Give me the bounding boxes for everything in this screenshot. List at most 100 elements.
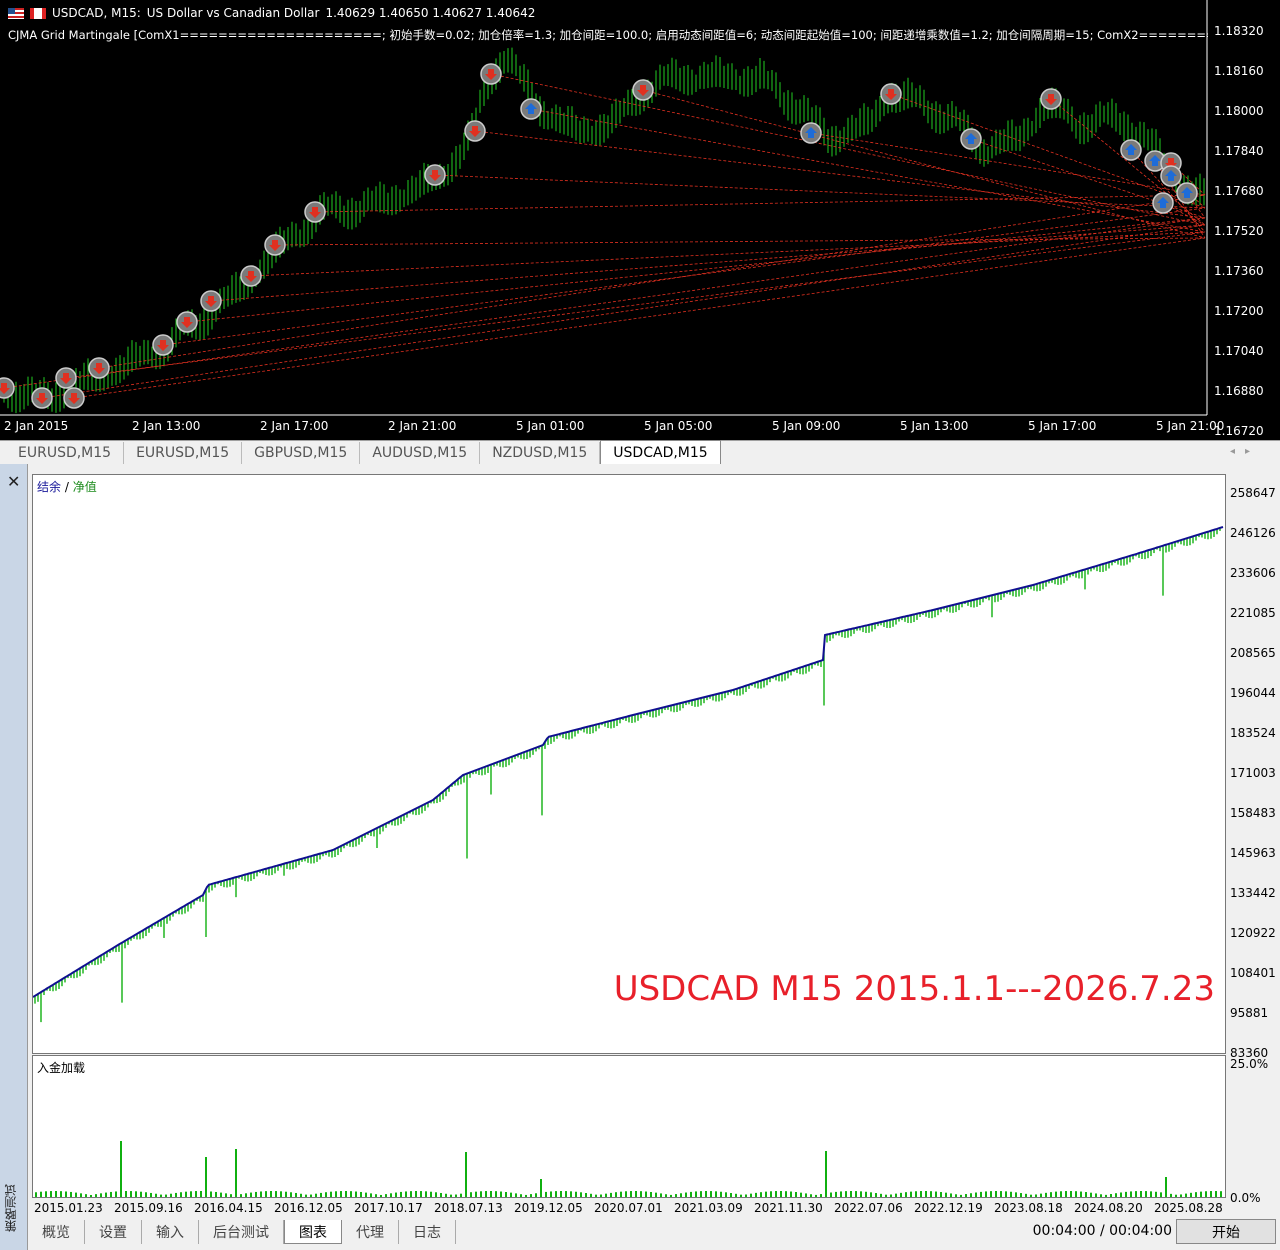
deposit-bg (33, 1056, 1225, 1197)
time-tick-9: 5 Jan 21:00 (1156, 419, 1225, 433)
price-tick-1: 1.18160 (1214, 64, 1264, 78)
date-tick-3: 2016.12.05 (274, 1201, 343, 1215)
price-chart[interactable]: USDCAD, M15: US Dollar vs Canadian Dolla… (0, 0, 1280, 478)
trade-line (490, 73, 1206, 226)
tab-inputs[interactable]: 输入 (142, 1220, 199, 1244)
date-tick-1: 2015.09.16 (114, 1201, 183, 1215)
time-tick-6: 5 Jan 09:00 (772, 419, 841, 433)
balance-tick-9: 145963 (1230, 846, 1276, 860)
symbol-tab-audusd[interactable]: AUDUSD,M15 (360, 442, 481, 464)
time-tick-7: 5 Jan 13:00 (900, 419, 969, 433)
tab-backtest[interactable]: 后台测试 (199, 1220, 284, 1244)
trade-line (434, 174, 1206, 209)
sell-arrow-icon (264, 234, 286, 256)
ca-flag-icon (30, 7, 46, 19)
sell-arrow-icon (632, 79, 654, 101)
balance-tick-5: 196044 (1230, 686, 1276, 700)
trade-line (210, 224, 1206, 302)
balance-tick-13: 95881 (1230, 1006, 1269, 1020)
balance-tick-6: 183524 (1230, 726, 1276, 740)
date-tick-9: 2021.11.30 (754, 1201, 823, 1215)
symbol-tab-usdcad[interactable]: USDCAD,M15 (600, 440, 721, 464)
balance-tick-4: 208565 (1230, 646, 1276, 660)
tab-graph[interactable]: 图表 (284, 1220, 342, 1244)
sell-arrow-icon (304, 201, 326, 223)
us-flag-icon (8, 7, 24, 19)
sell-arrow-icon (480, 63, 502, 85)
symbol-tab-nzdusd[interactable]: NZDUSD,M15 (480, 442, 601, 464)
date-tick-0: 2015.01.23 (34, 1201, 103, 1215)
sell-arrow-icon (63, 387, 85, 409)
trade-line (162, 207, 1206, 346)
sell-arrow-icon (88, 357, 110, 379)
ea-parameters: CJMA Grid Martingale [ComX1=============… (8, 28, 1208, 42)
tab-journal[interactable]: 日志 (399, 1220, 456, 1244)
sell-arrow-icon (880, 83, 902, 105)
price-tick-4: 1.17680 (1214, 184, 1264, 198)
balance-tick-2: 233606 (1230, 566, 1276, 580)
buy-arrow-icon (1120, 139, 1142, 161)
date-tick-5: 2018.07.13 (434, 1201, 503, 1215)
tab-agents[interactable]: 代理 (342, 1220, 399, 1244)
balance-equity-canvas (32, 475, 1225, 1053)
balance-label: 结余 (37, 480, 62, 494)
tester-side-title: 策略测试 (4, 1184, 18, 1232)
balance-bg (33, 475, 1225, 1053)
symbol-tab-eurusd[interactable]: EURUSD,M15 (6, 442, 125, 464)
sell-arrow-icon (176, 311, 198, 333)
price-tick-5: 1.17520 (1214, 224, 1264, 238)
price-tick-7: 1.17200 (1214, 304, 1264, 318)
strategy-tester: ✕ 策略测试 结余 / 净值 USDCAD M15 2015.1.1---202… (0, 464, 1280, 1250)
close-icon[interactable]: ✕ (7, 472, 20, 491)
price-tick-6: 1.17360 (1214, 264, 1264, 278)
buy-arrow-icon (1176, 182, 1198, 204)
time-tick-0: 2 Jan 2015 (4, 419, 69, 433)
deposit-load-canvas (33, 1056, 1225, 1197)
balance-tick-0: 258647 (1230, 486, 1276, 500)
sell-arrow-icon (0, 377, 15, 399)
start-button[interactable]: 开始 (1176, 1219, 1276, 1244)
chart-description: US Dollar vs Canadian Dollar (146, 6, 320, 20)
buy-arrow-icon (1152, 192, 1174, 214)
trade-line (314, 194, 1206, 213)
sell-arrow-icon (464, 120, 486, 142)
trade-line (274, 237, 1206, 246)
arrow-right-icon[interactable]: ▸ (1245, 446, 1260, 457)
price-tick-9: 1.16880 (1214, 384, 1264, 398)
sell-arrow-icon (240, 265, 262, 287)
chart-symbol: USDCAD, M15: (52, 6, 141, 20)
sell-arrow-icon (200, 290, 222, 312)
price-tick-2: 1.18000 (1214, 104, 1264, 118)
balance-tick-12: 108401 (1230, 966, 1276, 980)
symbol-tab-gbpusd[interactable]: GBPUSD,M15 (242, 442, 361, 464)
deposit-tick-top: 25.0% (1230, 1057, 1269, 1071)
date-tick-12: 2023.08.18 (994, 1201, 1063, 1215)
balance-chart: 结余 / 净值 USDCAD M15 2015.1.1---2026.7.23 (32, 474, 1226, 1054)
balance-tick-1: 246126 (1230, 526, 1276, 540)
sell-arrow-icon (31, 387, 53, 409)
buy-arrow-icon (960, 128, 982, 150)
balance-tick-11: 120922 (1230, 926, 1276, 940)
tab-overview[interactable]: 概览 (28, 1220, 85, 1244)
buy-arrow-icon (1160, 165, 1182, 187)
arrow-left-icon[interactable]: ◂ (1230, 446, 1245, 457)
date-tick-10: 2022.07.06 (834, 1201, 903, 1215)
trade-line (73, 237, 1206, 399)
price-tick-0: 1.18320 (1214, 24, 1264, 38)
symbol-tab-eurusd-2[interactable]: EURUSD,M15 (124, 442, 243, 464)
date-tick-4: 2017.10.17 (354, 1201, 423, 1215)
chart-header: USDCAD, M15: US Dollar vs Canadian Dolla… (8, 6, 535, 20)
time-tick-4: 5 Jan 01:00 (516, 419, 585, 433)
sell-arrow-icon (55, 367, 77, 389)
tab-scroll-arrows[interactable]: ◂▸ (1230, 446, 1260, 457)
time-tick-8: 5 Jan 17:00 (1028, 419, 1097, 433)
time-tick-5: 5 Jan 05:00 (644, 419, 713, 433)
tab-settings[interactable]: 设置 (85, 1220, 142, 1244)
deposit-load-chart: 入金加载 (32, 1055, 1226, 1198)
sell-arrow-icon (424, 164, 446, 186)
overlay-title: USDCAD M15 2015.1.1---2026.7.23 (613, 969, 1215, 1009)
time-tick-2: 2 Jan 17:00 (260, 419, 329, 433)
time-tick-1: 2 Jan 13:00 (132, 419, 201, 433)
legend-separator: / (61, 480, 73, 494)
bottom-tabs: 概览 设置 输入 后台测试 图表 代理 日志 00:04:00 / 00:04:… (28, 1218, 1280, 1246)
